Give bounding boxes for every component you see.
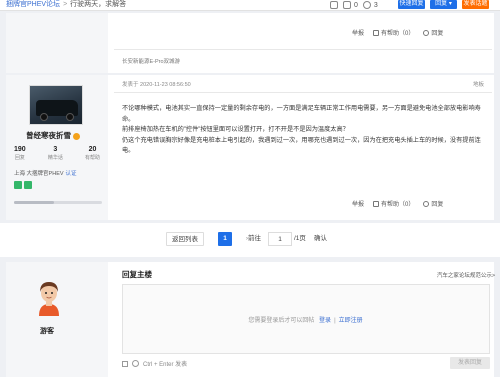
breadcrumb: 捆牌官PHEV论坛 > 行驶两天，求解答 bbox=[6, 0, 126, 9]
post-2-body: 不论哪种模式，电池其实一直保持一定量的剩余存电的，一方面是满足车辆正常工作用电需… bbox=[122, 104, 484, 157]
thumb-up-icon bbox=[373, 29, 380, 36]
emoji-icon[interactable] bbox=[132, 360, 139, 367]
checkbox-icon[interactable] bbox=[122, 360, 128, 367]
pagination: 返回列表 1 › 前往 1 /1页 确认 bbox=[0, 223, 500, 257]
guest-column: 游客 bbox=[6, 262, 108, 377]
submit-reply-button[interactable]: 发表回复 bbox=[450, 357, 490, 369]
stat-replies: 190 回复 bbox=[14, 146, 26, 161]
total-pages: /1页 bbox=[294, 235, 306, 242]
post-paragraph: 不论哪种模式，电池其实一直保持一定量的剩余存电的，一方面是满足车辆正常工作用电需… bbox=[122, 105, 481, 123]
reply-footer: Ctrl + Enter 发表 bbox=[122, 359, 187, 368]
confirm-page-button[interactable]: 确认 bbox=[314, 232, 327, 246]
post-2: 曾经寒夜折雪 190 回复 3 精华话 20 有帮助 上海 大捆牌官PHEV 认证 发表… bbox=[6, 75, 494, 220]
comment-icon[interactable] bbox=[362, 1, 371, 9]
post-2-actions: 举报 有帮助（0） 回复 bbox=[352, 199, 443, 208]
medal-icon bbox=[73, 132, 80, 140]
user-stats: 190 回复 3 精华话 20 有帮助 bbox=[14, 146, 100, 161]
user-badges bbox=[14, 181, 32, 189]
favorite-count: 0 bbox=[354, 1, 358, 9]
badge-icon bbox=[24, 181, 32, 189]
forum-rules-link[interactable]: 汽车之家论坛规范公示> bbox=[437, 271, 495, 279]
post-1-author-column bbox=[6, 13, 108, 73]
user-avatar[interactable] bbox=[29, 85, 83, 125]
post-1-helpful-button[interactable]: 有帮助（0） bbox=[373, 28, 414, 37]
comment-count: 3 bbox=[373, 1, 378, 9]
post-paragraph: 仍这个充电错误胸宗好像是充电桩本上电引起的，我遇到过一次，用哪充也遇到过一次，因… bbox=[122, 136, 481, 155]
topic-toolbar: 0 3 bbox=[330, 0, 378, 10]
reply-title: 回复主楼 bbox=[122, 270, 152, 279]
thumb-up-icon bbox=[373, 200, 380, 207]
reply-dropdown-button[interactable]: 回复 ▾ bbox=[430, 0, 457, 9]
stat-essence: 3 精华话 bbox=[47, 146, 63, 161]
cert-badge: 认证 bbox=[65, 171, 77, 177]
quick-reply-button[interactable]: 快速回复 bbox=[398, 0, 425, 9]
badge-scrollbar[interactable] bbox=[14, 201, 102, 204]
register-link[interactable]: 立即注册 bbox=[339, 318, 363, 324]
post-2-meta: 发表于 2020-11-23 08:56:50 bbox=[122, 82, 191, 88]
page-1-button[interactable]: 1 bbox=[218, 232, 232, 246]
favorite-icon[interactable] bbox=[343, 1, 351, 9]
post-1-actions: 举报 有帮助（0） 回复 bbox=[352, 28, 443, 37]
post-2-report-button[interactable]: 举报 bbox=[352, 199, 364, 208]
user-name[interactable]: 曾经寒夜折雪 bbox=[26, 130, 80, 141]
breadcrumb-forum-link[interactable]: 捆牌官PHEV论坛 bbox=[6, 1, 60, 8]
post-1-divider bbox=[114, 49, 492, 50]
reply-icon bbox=[423, 29, 430, 36]
badge-icon bbox=[14, 181, 22, 189]
login-link[interactable]: 登录 bbox=[319, 318, 331, 324]
breadcrumb-separator: > bbox=[63, 1, 68, 8]
page-number-input[interactable]: 1 bbox=[268, 232, 292, 246]
login-hint: 您需要登录后才可以回帖 登录 | 立即注册 bbox=[248, 318, 363, 324]
user-location: 上海 大捆牌官PHEV 认证 bbox=[14, 171, 77, 177]
goto-label: 前往 bbox=[248, 235, 261, 242]
guest-name: 游客 bbox=[40, 328, 54, 335]
top-bar: 捆牌官PHEV论坛 > 行驶两天，求解答 0 3 快速回复 回复 ▾ 发表话题 bbox=[0, 0, 500, 11]
reply-icon bbox=[423, 200, 430, 207]
post-2-header-divider bbox=[114, 92, 492, 93]
car-wheel bbox=[40, 113, 48, 121]
post-paragraph: 前排座椅加热在车机的”控件”按钮里面可以设置打开，打不开是不是因为温度太高？ bbox=[122, 126, 349, 133]
post-2-author-column: 曾经寒夜折雪 190 回复 3 精华话 20 有帮助 上海 大捆牌官PHEV 认证 bbox=[6, 75, 108, 220]
post-2-helpful-button[interactable]: 有帮助（0） bbox=[373, 199, 414, 208]
stat-helpful: 20 有帮助 bbox=[84, 146, 100, 161]
post-1-signature: 长安新能源E-Pro双城游 bbox=[122, 59, 181, 65]
shortcut-hint: Ctrl + Enter 发表 bbox=[143, 362, 188, 368]
post-1-report-button[interactable]: 举报 bbox=[352, 28, 364, 37]
post-2-floor: 地板 bbox=[473, 82, 485, 88]
reply-panel: 游客 回复主楼 汽车之家论坛规范公示> 您需要登录后才可以回帖 登录 | 立即注册 … bbox=[6, 262, 495, 377]
post-1-reply-button[interactable]: 回复 bbox=[423, 28, 443, 37]
new-post-button[interactable]: 发表话题 bbox=[462, 0, 489, 9]
reply-textarea[interactable]: 您需要登录后才可以回帖 登录 | 立即注册 bbox=[122, 284, 490, 354]
guest-avatar-icon bbox=[39, 282, 59, 316]
post-1: 举报 有帮助（0） 回复 长安新能源E-Pro双城游 bbox=[6, 13, 494, 73]
post-2-reply-button[interactable]: 回复 bbox=[423, 199, 443, 208]
share-icon[interactable] bbox=[330, 1, 338, 9]
back-to-list-button[interactable]: 返回列表 bbox=[166, 232, 204, 246]
car-wheel bbox=[66, 113, 74, 121]
breadcrumb-topic-title: 行驶两天，求解答 bbox=[70, 1, 127, 8]
